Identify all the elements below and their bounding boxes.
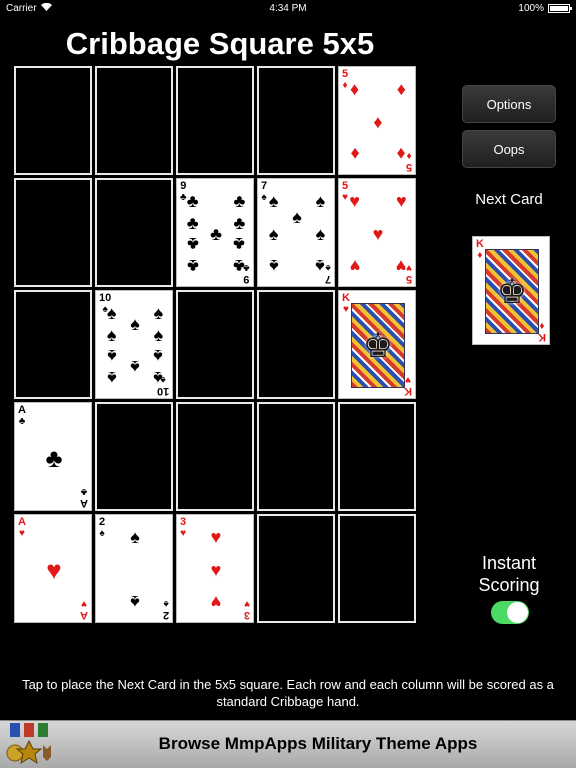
card-grid: 5 ♦ 5 ♦ ♦ ♦ ♦ ♦ ♦ 9 ♣ 9 ♣ ♣ ♣ ♣ ♣ ♣ ♣ ♣ ♣ ♣ 7 ♠ 7 ♠ ♠ ♠ ♠ ♠ ♠ ♠ ♠ 5 ♥ 5 ♥ ♥ ♥ ♥… xyxy=(14,66,418,623)
clock: 4:34 PM xyxy=(269,3,307,14)
suit-pip: ♦ xyxy=(373,111,383,132)
card-corner: 3 ♥ xyxy=(243,598,250,621)
card-corner: K ♦ xyxy=(538,320,546,343)
suit-pip: ♣ xyxy=(233,234,246,255)
suit-pip: ♣ xyxy=(233,190,246,211)
suit-pip: ♠ xyxy=(130,313,140,334)
court-card-art xyxy=(351,303,405,388)
grid-card: 5 ♦ 5 ♦ ♦ ♦ ♦ ♦ ♦ xyxy=(338,66,416,175)
suit-pip: ♣ xyxy=(186,212,199,233)
next-card: K ♦ K ♦ xyxy=(472,236,550,345)
suit-pip: ♣ xyxy=(45,442,63,473)
suit-pip: ♠ xyxy=(106,346,117,367)
empty-grid-slot[interactable] xyxy=(338,402,416,511)
next-card-label: Next Card xyxy=(475,191,543,208)
grid-card: 3 ♥ 3 ♥ ♥ ♥ ♥ xyxy=(176,514,254,623)
suit-pip: ♣ xyxy=(233,212,246,233)
card-corner: K ♦ xyxy=(476,238,484,262)
oops-button[interactable]: Oops xyxy=(462,130,556,168)
suit-pip: ♥ xyxy=(372,223,384,244)
suit-pip: ♠ xyxy=(315,190,326,211)
suit-pip: ♣ xyxy=(210,223,222,244)
court-card-art xyxy=(485,249,539,334)
empty-grid-slot[interactable] xyxy=(14,66,92,175)
banner-text: Browse MmpApps Military Theme Apps xyxy=(158,734,478,753)
suit-pip: ♣ xyxy=(186,234,199,255)
empty-grid-slot[interactable] xyxy=(257,66,335,175)
suit-pip: ♠ xyxy=(130,526,140,547)
suit-pip: ♥ xyxy=(396,256,407,277)
card-corner: K ♥ xyxy=(404,374,412,397)
battery-icon xyxy=(548,4,572,13)
suit-pip: ♠ xyxy=(268,223,279,244)
options-button[interactable]: Options xyxy=(462,85,556,123)
grid-card: 5 ♥ 5 ♥ ♥ ♥ ♥ ♥ ♥ xyxy=(338,178,416,287)
empty-grid-slot[interactable] xyxy=(95,402,173,511)
grid-card: K ♥ K ♥ xyxy=(338,290,416,399)
game-title: Cribbage Square 5x5 xyxy=(65,26,375,61)
card-corner: A ♥ xyxy=(18,516,26,540)
suit-pip: ♥ xyxy=(46,554,62,585)
suit-pip: ♠ xyxy=(153,302,164,323)
battery-percent: 100% xyxy=(518,3,544,14)
card-corner: A ♣ xyxy=(18,404,26,428)
suit-pip: ♠ xyxy=(268,190,279,211)
empty-grid-slot[interactable] xyxy=(338,514,416,623)
suit-pip: ♠ xyxy=(153,324,164,345)
suit-pip: ♣ xyxy=(186,256,199,277)
suit-pip: ♦ xyxy=(396,78,406,99)
instructions-text: Tap to place the Next Card in the 5x5 sq… xyxy=(22,677,554,709)
grid-card: 10 ♠ 10 ♠ ♠ ♠ ♠ ♠ ♠ ♠ ♠ ♠ ♠ ♠ xyxy=(95,290,173,399)
suit-pip: ♦ xyxy=(396,144,406,165)
suit-pip: ♠ xyxy=(315,223,326,244)
card-corner: A ♥ xyxy=(80,598,88,621)
empty-grid-slot[interactable] xyxy=(14,178,92,287)
toggle-knob xyxy=(507,602,528,623)
empty-grid-slot[interactable] xyxy=(176,66,254,175)
empty-grid-slot[interactable] xyxy=(176,290,254,399)
grid-card: 9 ♣ 9 ♣ ♣ ♣ ♣ ♣ ♣ ♣ ♣ ♣ ♣ xyxy=(176,178,254,287)
empty-grid-slot[interactable] xyxy=(257,402,335,511)
empty-grid-slot[interactable] xyxy=(257,514,335,623)
empty-grid-slot[interactable] xyxy=(257,290,335,399)
suit-pip: ♠ xyxy=(130,357,140,378)
suit-pip: ♠ xyxy=(106,302,117,323)
grid-card: 2 ♠ 2 ♠ ♠ ♠ xyxy=(95,514,173,623)
card-corner: 3 ♥ xyxy=(180,516,187,540)
card-corner: A ♣ xyxy=(80,486,88,509)
ad-banner[interactable]: Browse MmpApps Military Theme Apps xyxy=(0,720,576,768)
suit-pip: ♠ xyxy=(153,346,164,367)
empty-grid-slot[interactable] xyxy=(14,290,92,399)
suit-pip: ♠ xyxy=(130,592,140,613)
suit-pip: ♠ xyxy=(268,256,279,277)
instant-scoring-toggle[interactable] xyxy=(491,601,529,624)
empty-grid-slot[interactable] xyxy=(95,66,173,175)
suit-pip: ♦ xyxy=(350,78,360,99)
suit-pip: ♠ xyxy=(106,368,117,389)
empty-grid-slot[interactable] xyxy=(95,178,173,287)
suit-pip: ♠ xyxy=(153,368,164,389)
suit-pip: ♥ xyxy=(349,256,360,277)
grid-card: A ♣ A ♣ ♣ xyxy=(14,402,92,511)
suit-pip: ♦ xyxy=(350,144,360,165)
suit-pip: ♠ xyxy=(315,256,326,277)
suit-pip: ♣ xyxy=(186,190,199,211)
suit-pip: ♥ xyxy=(210,526,222,547)
suit-pip: ♠ xyxy=(292,207,302,228)
suit-pip: ♣ xyxy=(233,256,246,277)
grid-card: 7 ♠ 7 ♠ ♠ ♠ ♠ ♠ ♠ ♠ ♠ xyxy=(257,178,335,287)
status-bar: Carrier 4:34 PM 100% xyxy=(0,0,576,18)
suit-pip: ♥ xyxy=(396,190,407,211)
suit-pip: ♥ xyxy=(210,559,222,580)
card-corner: 2 ♠ xyxy=(99,516,106,540)
card-corner: 2 ♠ xyxy=(162,598,169,621)
card-corner: K ♥ xyxy=(342,292,350,316)
suit-pip: ♥ xyxy=(210,592,222,613)
suit-pip: ♥ xyxy=(349,190,360,211)
instant-scoring-label: Instant Scoring xyxy=(478,553,540,595)
empty-grid-slot[interactable] xyxy=(176,402,254,511)
suit-pip: ♠ xyxy=(106,324,117,345)
medal-icon xyxy=(6,723,51,765)
grid-card: A ♥ A ♥ ♥ xyxy=(14,514,92,623)
